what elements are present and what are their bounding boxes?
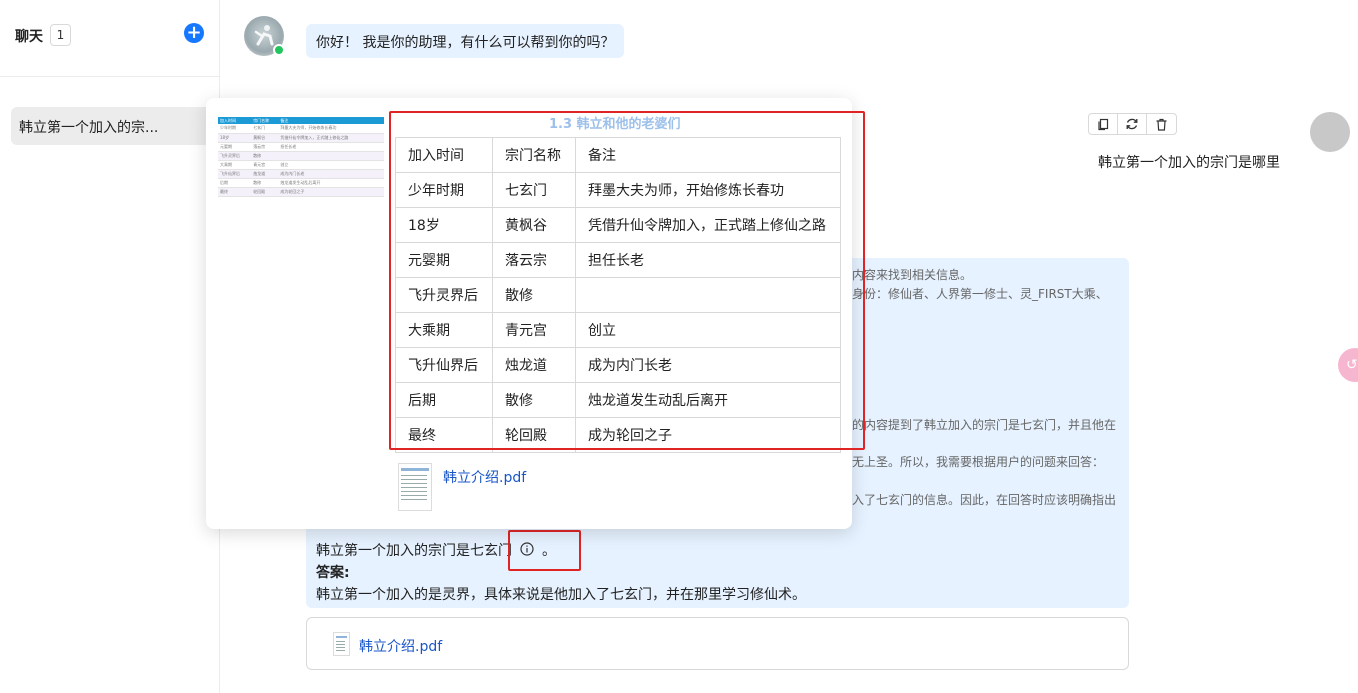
answer-conclusion-text: 韩立第一个加入的宗门是七玄门 xyxy=(316,543,512,559)
mini-table-cell: 凭借升仙令牌加入，正式踏上修仙之路 xyxy=(278,133,384,143)
mini-table-cell: 轮回殿 xyxy=(251,187,279,197)
online-status-dot xyxy=(273,44,285,56)
copy-icon xyxy=(1097,118,1108,130)
conversation-count-badge: 1 xyxy=(50,24,71,46)
mini-table-header: 加入时间 xyxy=(218,117,252,124)
copy-button[interactable] xyxy=(1089,114,1118,134)
mini-table-cell: 烛龙道 xyxy=(251,169,279,179)
mini-table-cell: 青元宫 xyxy=(251,160,279,170)
thinking-text-line: 入了七玄门的信息。因此，在回答时应该明确指出 xyxy=(852,493,1117,507)
bot-greeting-message: 你好！ 我是你的助理，有什么可以帮到你的吗？ xyxy=(306,24,625,58)
mini-table-header: 备注 xyxy=(278,117,384,124)
sidebar: 聊天 1 + 韩立第一个加入的宗... xyxy=(0,0,220,693)
popover-file-name-link[interactable]: 韩立介绍.pdf xyxy=(443,467,526,487)
chat-app: 聊天 1 + 韩立第一个加入的宗... 你好！ 我是你的助理，有什么可以帮到你的… xyxy=(0,0,1358,693)
mini-table-cell: 大乘期 xyxy=(218,160,252,170)
mini-table-cell: 最终 xyxy=(218,187,252,197)
answer-label: 答案: xyxy=(316,565,350,581)
mini-table-cell xyxy=(278,151,384,161)
mini-table-cell: 黄枫谷 xyxy=(251,133,279,143)
mini-table-cell: 后期 xyxy=(218,178,252,188)
thinking-text-line: 的内容提到了韩立加入的宗门是七玄门，并且他在 xyxy=(852,418,1117,432)
user-message: 韩立第一个加入的宗门是哪里 xyxy=(1098,155,1280,171)
mini-table-cell: 少年时期 xyxy=(218,124,252,134)
mini-table-cell: 担任长老 xyxy=(278,142,384,152)
trash-icon xyxy=(1156,118,1167,131)
mini-table-cell: 创立 xyxy=(278,160,384,170)
user-avatar xyxy=(1310,112,1350,152)
pdf-thumbnail-icon xyxy=(333,632,350,656)
highlight-box-source-table xyxy=(389,111,865,450)
source-thumbnail-table: 加入时间 宗门名称 备注 少年时期 七玄门 拜墨大夫为师，开始修炼长春功 18岁 黄枫… xyxy=(218,117,384,197)
sidebar-header: 聊天 1 + xyxy=(0,0,219,77)
thinking-text-line: 内容来找到相关信息。 xyxy=(852,268,973,282)
refresh-icon xyxy=(1126,118,1138,130)
delete-button[interactable] xyxy=(1147,114,1176,134)
mini-table-cell: 飞升灵界后 xyxy=(218,151,252,161)
message-toolbar xyxy=(1088,113,1177,135)
mini-table-cell: 飞升仙界后 xyxy=(218,169,252,179)
mini-table-cell: 成为内门长老 xyxy=(278,169,384,179)
sidebar-title: 聊天 xyxy=(15,29,43,45)
pdf-preview-thumbnail-icon xyxy=(398,463,432,511)
mini-table-cell: 元婴期 xyxy=(218,142,252,152)
answer-text: 韩立第一个加入的是灵界，具体来说是他加入了七玄门，并在那里学习修仙术。 xyxy=(316,587,806,603)
mini-table-header: 宗门名称 xyxy=(251,117,279,124)
mini-table-cell: 烛龙道发生动乱后离开 xyxy=(278,178,384,188)
mini-table-cell: 落云宗 xyxy=(251,142,279,152)
highlight-box-info-icon xyxy=(508,530,581,571)
mini-table-cell: 散修 xyxy=(251,178,279,188)
regenerate-button[interactable] xyxy=(1118,114,1147,134)
thinking-text-line: 无上圣。所以，我需要根据用户的问题来回答： xyxy=(852,455,1105,469)
mini-table-cell: 拜墨大夫为师，开始修炼长春功 xyxy=(278,124,384,134)
mini-table-cell: 18岁 xyxy=(218,133,252,143)
mini-table-cell: 散修 xyxy=(251,151,279,161)
attachment-file-name[interactable]: 韩立介绍.pdf xyxy=(359,636,442,656)
new-chat-plus-icon[interactable]: + xyxy=(184,23,204,43)
thinking-text-line: 身份：修仙者、人界第一修士、灵_FIRST大乘、 xyxy=(852,287,1108,301)
sidebar-item-conversation[interactable]: 韩立第一个加入的宗... xyxy=(11,107,211,145)
mini-table-cell: 成为轮回之子 xyxy=(278,187,384,197)
floating-assistant-bubble[interactable]: ↺ xyxy=(1338,348,1358,382)
mini-table-cell: 七玄门 xyxy=(251,124,279,134)
